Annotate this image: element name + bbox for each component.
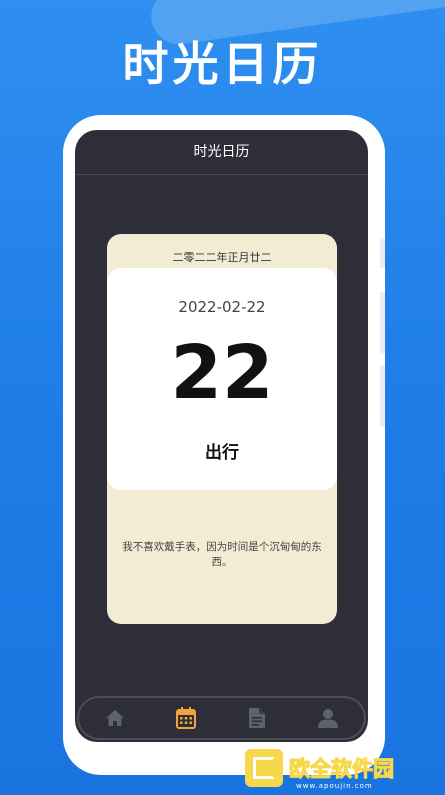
watermark-url: www.apoujin.com	[296, 782, 373, 790]
user-icon	[318, 709, 339, 728]
phone-screen: 时光日历 二零二二年正月廿二 2022-02-22 22 出行 我不喜欢戴手表，…	[75, 130, 368, 742]
phone-volume-down-button	[380, 365, 385, 427]
tab-document[interactable]	[237, 700, 277, 736]
date-panel: 2022-02-22 22 出行	[107, 268, 337, 490]
tab-profile[interactable]	[308, 700, 348, 736]
tab-calendar[interactable]	[166, 700, 206, 736]
bottom-tab-bar	[77, 696, 366, 740]
daily-quote: 我不喜欢戴手表，因为时间是个沉甸甸的东西。	[122, 541, 322, 568]
phone-side-button	[380, 238, 385, 268]
lunar-date: 二零二二年正月廿二	[172, 251, 272, 264]
suitable-activity: 出行	[205, 443, 239, 463]
hero-title: 时光日历	[122, 37, 323, 91]
home-icon	[105, 710, 124, 726]
app-title: 时光日历	[193, 144, 250, 160]
document-icon	[249, 708, 266, 728]
calendar-icon	[175, 707, 196, 729]
watermark-text: 欧全软件园	[289, 757, 395, 782]
day-number: 22	[170, 330, 274, 416]
app-header: 时光日历	[75, 130, 368, 175]
gregorian-date: 2022-02-22	[178, 298, 266, 316]
tab-home[interactable]	[95, 700, 135, 736]
calendar-card: 二零二二年正月廿二 2022-02-22 22 出行 我不喜欢戴手表，因为时间是…	[107, 234, 337, 624]
watermark-logo-icon	[245, 749, 283, 787]
phone-volume-up-button	[380, 292, 385, 354]
